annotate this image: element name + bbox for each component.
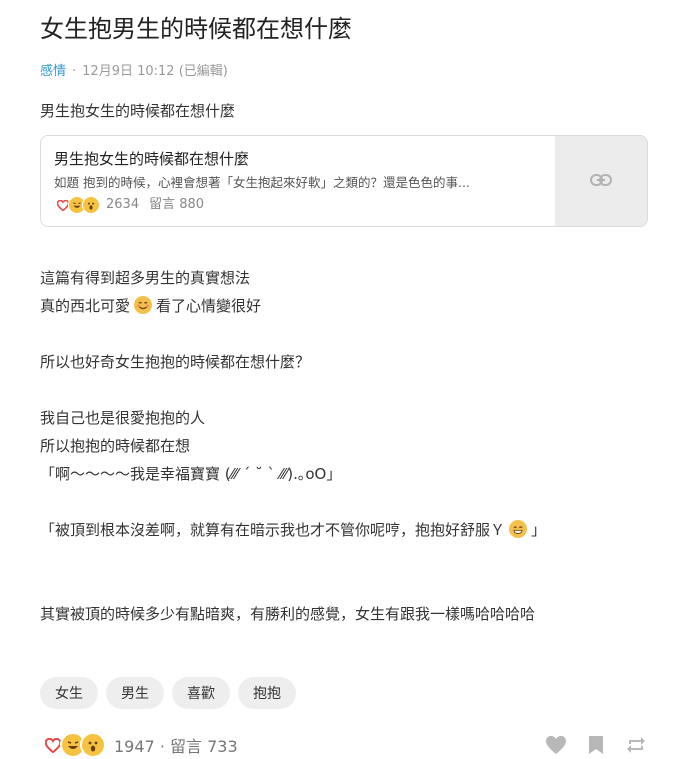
link-card-description: 如題 抱到的時候，心裡會想著「女生抱起來好軟」之類的？還是色色的事... — [54, 175, 470, 190]
meta-separator: · — [72, 64, 77, 79]
tag-chip[interactable]: 抱抱 — [238, 677, 296, 709]
link-card-reactions — [54, 196, 100, 214]
body-line: 所以抱抱的時候都在想 — [40, 437, 191, 455]
body-text: 「被頂到根本沒差啊，就算有在暗示我也才不管你呢哼，抱抱好舒服Ｙ — [40, 521, 506, 539]
link-card-thumbnail — [555, 136, 647, 226]
tag-chip[interactable]: 男生 — [106, 677, 164, 709]
tag-chip[interactable]: 女生 — [40, 677, 98, 709]
link-card-title: 男生抱女生的時候都在想什麼 — [54, 150, 250, 168]
post-footer-stats: 1947 · 留言 733 — [40, 732, 238, 758]
link-card-reaction-count: 2634 — [106, 197, 140, 212]
body-line: 這篇有得到超多男生的真實想法 — [40, 269, 251, 287]
link-card-comments: 留言 880 — [149, 197, 205, 212]
bookmark-icon[interactable] — [584, 733, 608, 757]
body-text: 」 — [531, 521, 547, 539]
body-text: 真的西北可愛 — [40, 297, 131, 315]
wow-reaction-icon — [82, 196, 100, 214]
link-preview-card[interactable]: 男生抱女生的時候都在想什麼 如題 抱到的時候，心裡會想著「女生抱起來好軟」之類的… — [40, 135, 648, 227]
link-icon — [590, 172, 612, 191]
post-meta: 感情 · 12月9日 10:12 (已編輯) — [40, 60, 228, 79]
footer-separator: · — [159, 737, 165, 756]
footer-reaction-count: 1947 — [114, 737, 155, 756]
footer-counts: 1947 · 留言 733 — [114, 733, 238, 757]
grinning-emoji-icon — [509, 520, 528, 538]
body-line: 所以也好奇女生抱抱的時候都在想什麼？ — [40, 353, 311, 371]
post-timestamp: 12月9日 10:12 (已編輯) — [82, 64, 228, 79]
body-line: 「啊～～～～我是幸福寶寶 (⁄⁄⁄ ´ ˘ ` ⁄⁄⁄).｡oO」 — [40, 465, 342, 483]
like-heart-icon[interactable] — [544, 733, 568, 757]
link-card-text: 男生抱女生的時候都在想什麼 如題 抱到的時候，心裡會想著「女生抱起來好軟」之類的… — [54, 148, 544, 214]
tag-chip[interactable]: 喜歡 — [172, 677, 230, 709]
footer-reactions[interactable] — [40, 732, 106, 758]
post-actions — [528, 733, 648, 757]
share-icon[interactable] — [624, 733, 648, 757]
smiling-emoji-icon — [134, 296, 153, 314]
link-card-stats: 2634 留言 880 — [54, 196, 544, 214]
body-line: 我自己也是很愛抱抱的人 — [40, 409, 206, 427]
category-link[interactable]: 感情 — [40, 64, 66, 79]
body-line: 「被頂到根本沒差啊，就算有在暗示我也才不管你呢哼，抱抱好舒服Ｙ 」 — [40, 519, 546, 541]
body-line: 其實被頂的時候多少有點暗爽，有勝利的感覺，女生有跟我一樣嗎哈哈哈哈 — [40, 605, 536, 623]
body-text: 看了心情變很好 — [156, 297, 262, 315]
post-title: 女生抱男生的時候都在想什麼 — [40, 15, 352, 43]
footer-comments[interactable]: 留言 733 — [170, 737, 238, 756]
post-intro: 男生抱女生的時候都在想什麼 — [40, 102, 236, 120]
body-line: 真的西北可愛 看了心情變很好 — [40, 295, 261, 317]
tag-list: 女生 男生 喜歡 抱抱 — [40, 677, 304, 709]
wow-reaction-icon — [80, 732, 106, 758]
link-card-counts: 2634 留言 880 — [106, 196, 214, 214]
